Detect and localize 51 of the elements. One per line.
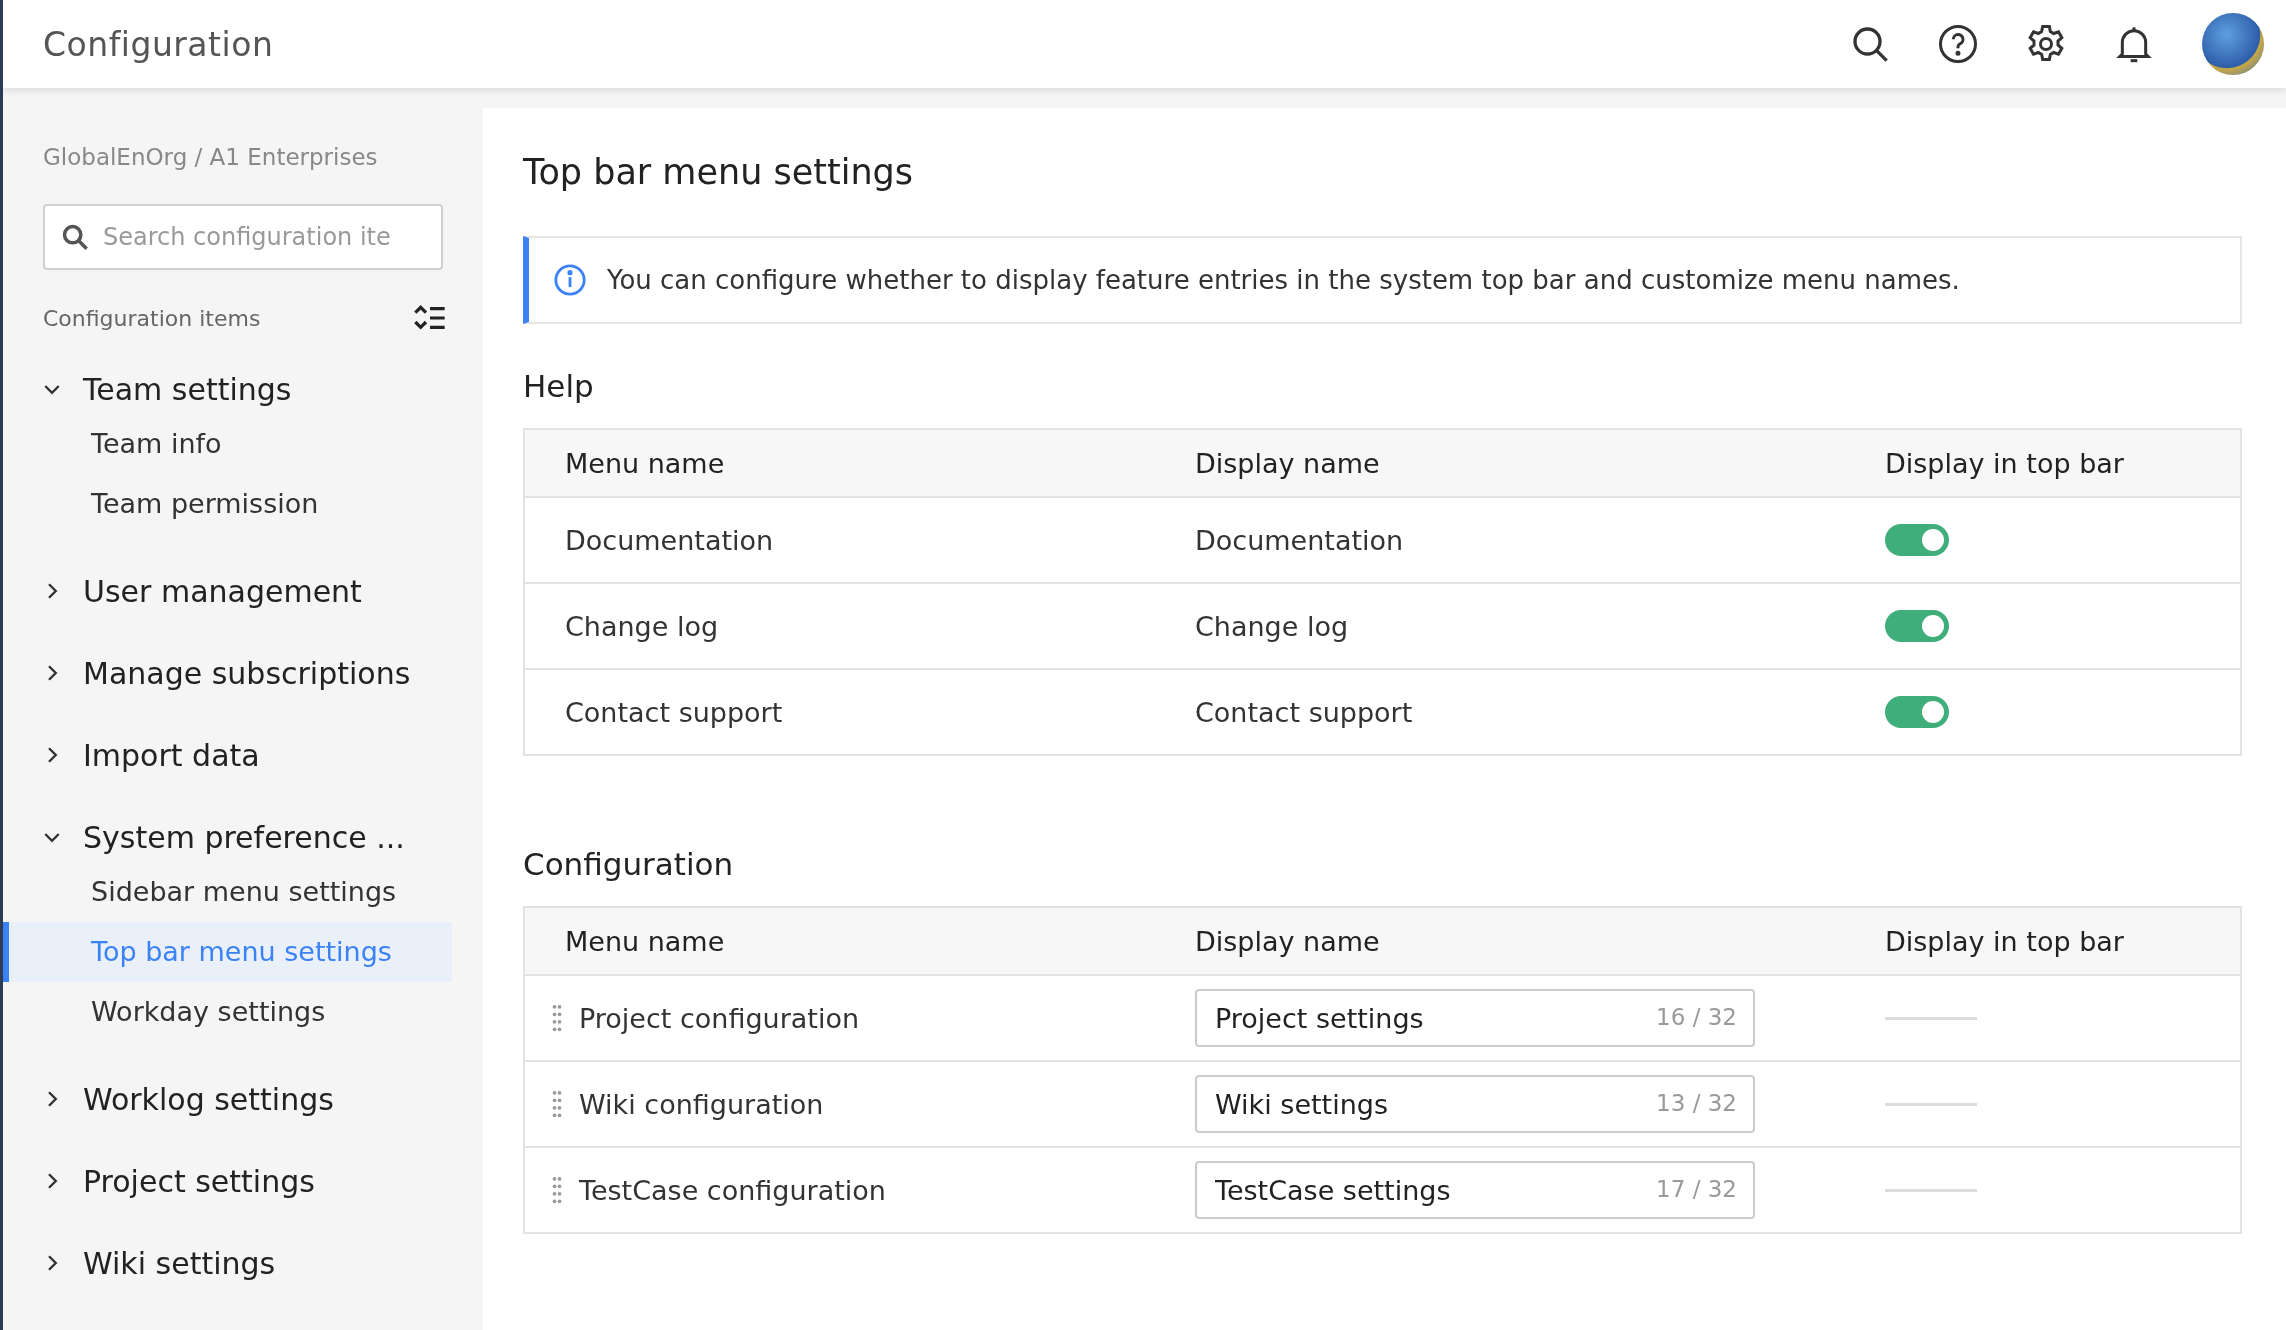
column-header: Menu name xyxy=(564,925,726,957)
column-header: Display in top bar xyxy=(1885,447,2125,479)
info-text: You can configure whether to display feature entries in the system top bar and customize menu names. xyxy=(607,265,1960,295)
column-header: Display name xyxy=(1195,447,1381,479)
menu-name: Wiki configuration xyxy=(579,1088,824,1120)
tree-group[interactable]: Worklog settings xyxy=(43,1074,483,1124)
menu-name: TestCase configuration xyxy=(579,1174,886,1206)
tree-group[interactable]: System preference ... xyxy=(43,812,483,862)
table-heading: Help xyxy=(523,368,595,404)
notification-bell-icon[interactable] xyxy=(2114,24,2154,64)
info-icon xyxy=(553,263,587,297)
toggle-switch[interactable] xyxy=(1885,610,1949,642)
tree-item[interactable]: Team permission xyxy=(3,474,452,534)
toggle-switch[interactable] xyxy=(1885,524,1949,556)
section-label: Configuration items xyxy=(43,305,261,331)
toggle-switch[interactable] xyxy=(1885,696,1949,728)
menu-name: Project configuration xyxy=(579,1002,860,1034)
settings-icon[interactable] xyxy=(2026,24,2066,64)
section-title: Top bar menu settings xyxy=(523,152,915,192)
tree-group[interactable]: Manage subscriptions xyxy=(43,648,483,698)
tree-group[interactable]: User management xyxy=(43,566,483,616)
sort-list-icon[interactable] xyxy=(414,304,446,332)
display-name: Documentation xyxy=(1195,524,1404,556)
tree-group[interactable]: Team settings xyxy=(43,364,483,414)
tree-group[interactable]: Wiki settings xyxy=(43,1238,483,1288)
display-name: Contact support xyxy=(1195,696,1413,728)
menu-name: Contact support xyxy=(565,696,783,728)
character-count: 13 / 32 xyxy=(1656,1090,1737,1116)
tree-group[interactable]: Project settings xyxy=(43,1156,483,1206)
tree-item[interactable]: Workday settings xyxy=(3,982,452,1042)
tree-item[interactable]: Sidebar menu settings xyxy=(3,862,452,922)
table-heading: Configuration xyxy=(523,846,735,882)
tree-group[interactable]: Import data xyxy=(43,730,483,780)
display-name: Change log xyxy=(1195,610,1349,642)
menu-name: Change log xyxy=(565,610,719,642)
character-count: 17 / 32 xyxy=(1656,1176,1737,1202)
drag-handle-icon[interactable] xyxy=(551,1003,563,1033)
column-header: Display name xyxy=(1195,925,1381,957)
menu-name: Documentation xyxy=(565,524,774,556)
drag-handle-icon[interactable] xyxy=(551,1175,563,1205)
character-count: 16 / 32 xyxy=(1656,1004,1737,1030)
tree-item[interactable]: Team info xyxy=(3,414,452,474)
drag-handle-icon[interactable] xyxy=(551,1089,563,1119)
column-header: Display in top bar xyxy=(1885,925,2125,957)
breadcrumb: GlobalEnOrg / A1 Enterprises xyxy=(43,144,379,170)
page-title: Configuration xyxy=(43,24,274,64)
search-field[interactable]: Search configuration ite xyxy=(43,204,443,270)
search-icon[interactable] xyxy=(1850,24,1890,64)
search-icon xyxy=(61,223,89,251)
help-icon[interactable] xyxy=(1938,24,1978,64)
column-header: Menu name xyxy=(564,447,726,479)
